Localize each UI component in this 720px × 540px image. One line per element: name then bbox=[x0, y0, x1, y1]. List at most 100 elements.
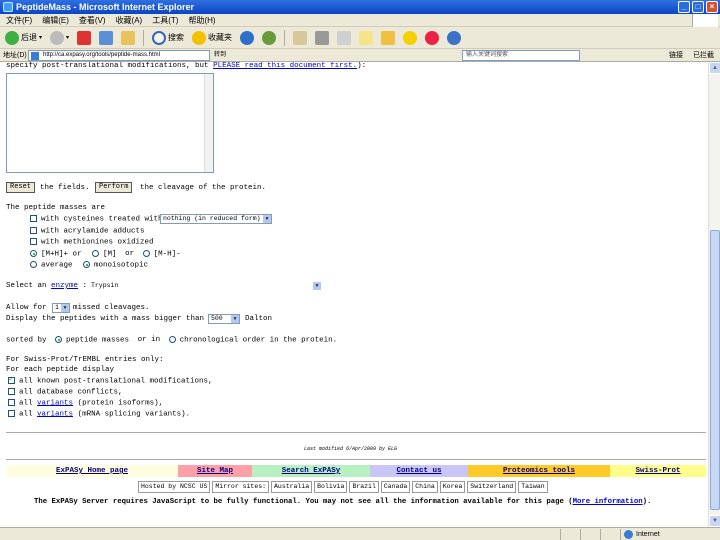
sort-chronological-radio[interactable] bbox=[168, 336, 176, 343]
chevron-down-icon: ▼ bbox=[263, 215, 271, 223]
edit-button[interactable] bbox=[335, 29, 353, 47]
mass-threshold-select[interactable]: 500 ▼ bbox=[208, 314, 240, 324]
address-input[interactable]: http://ca.expasy.org/tools/peptide-mass.… bbox=[28, 50, 210, 61]
globe-icon bbox=[447, 30, 462, 45]
print-button[interactable] bbox=[313, 29, 331, 47]
status-bar: Internet bbox=[0, 527, 720, 540]
sort-options: sorted by peptide masses or in chronolog… bbox=[6, 336, 338, 345]
qq-button[interactable] bbox=[423, 29, 441, 47]
discuss-button[interactable] bbox=[357, 29, 375, 47]
links-button[interactable]: 链接 bbox=[669, 49, 683, 62]
menu-edit[interactable]: 编辑(E) bbox=[42, 14, 69, 26]
mirror-bolivia[interactable]: Bolivia bbox=[314, 481, 348, 493]
messenger-button[interactable] bbox=[401, 29, 419, 47]
maximize-button[interactable]: □ bbox=[692, 1, 704, 13]
enzyme-link[interactable]: enzyme bbox=[51, 282, 78, 290]
toolbar-search-input[interactable]: 输入关键词搜索 bbox=[462, 50, 580, 61]
chevron-down-icon[interactable]: ▾ bbox=[39, 34, 42, 41]
mh-radio[interactable] bbox=[30, 250, 37, 257]
toolbar: 后退 ▾ ▾ 搜索 收藏夹 bbox=[0, 27, 720, 49]
menu-view[interactable]: 查看(V) bbox=[79, 14, 106, 26]
status-pane bbox=[600, 529, 620, 540]
forward-button[interactable]: ▾ bbox=[48, 29, 71, 47]
mail-button[interactable] bbox=[291, 29, 309, 47]
reset-button[interactable]: Reset bbox=[6, 182, 36, 193]
mirror-label: Mirror sites: bbox=[212, 481, 270, 493]
scroll-up-arrow[interactable]: ▲ bbox=[709, 62, 720, 74]
extra-button[interactable] bbox=[445, 29, 463, 47]
missed-cleavages-select[interactable]: 1 ▼ bbox=[52, 303, 70, 313]
nav-home[interactable]: ExPASy Home page bbox=[6, 465, 178, 477]
page-icon bbox=[31, 52, 39, 60]
missed-cleavages-row: Allow for bbox=[6, 304, 47, 312]
variants-checkbox[interactable] bbox=[8, 399, 15, 406]
instructions-line: specify post-translational modifications… bbox=[6, 62, 367, 70]
menu-favorites[interactable]: 收藏(A) bbox=[116, 14, 143, 26]
globe-icon bbox=[624, 530, 633, 539]
last-modified: Last modified 6/Apr/2009 by ELG bbox=[304, 446, 398, 452]
cysteine-select[interactable]: nothing (in reduced form) ▼ bbox=[160, 214, 272, 224]
monoisotopic-radio[interactable] bbox=[83, 261, 91, 268]
search-button[interactable]: 搜索 bbox=[150, 29, 186, 47]
splice-option: all variants (mRNA splicing variants). bbox=[8, 410, 190, 418]
media-icon bbox=[240, 30, 255, 45]
enzyme-select[interactable]: Trypsin ▼ bbox=[88, 281, 322, 291]
stop-button[interactable] bbox=[75, 29, 93, 47]
printer-icon bbox=[315, 30, 330, 45]
close-button[interactable]: × bbox=[706, 1, 718, 13]
page-scrollbar[interactable]: ▲ ▼ bbox=[708, 62, 720, 527]
menu-file[interactable]: 文件(F) bbox=[6, 14, 32, 26]
conflicts-checkbox[interactable] bbox=[8, 388, 15, 395]
acrylamide-checkbox[interactable] bbox=[30, 227, 37, 234]
mirror-canada[interactable]: Canada bbox=[380, 481, 411, 493]
menu-help[interactable]: 帮助(H) bbox=[188, 14, 215, 26]
title-bar: PeptideMass - Microsoft Internet Explore… bbox=[0, 0, 720, 14]
m-radio[interactable] bbox=[92, 250, 100, 257]
divider bbox=[6, 432, 706, 433]
mirror-china[interactable]: China bbox=[412, 481, 438, 493]
favorites-button[interactable]: 收藏夹 bbox=[190, 29, 234, 47]
perform-button[interactable]: Perform bbox=[95, 182, 133, 193]
nav-proteomics[interactable]: Proteomics tools bbox=[468, 465, 610, 477]
back-button[interactable]: 后退 ▾ bbox=[3, 29, 44, 47]
methionine-checkbox[interactable] bbox=[30, 238, 37, 245]
scroll-thumb[interactable] bbox=[710, 230, 720, 510]
average-radio[interactable] bbox=[30, 261, 37, 268]
splice-checkbox[interactable] bbox=[8, 410, 15, 417]
mirror-korea[interactable]: Korea bbox=[439, 481, 466, 493]
ptm-option: all known post-translational modificatio… bbox=[8, 375, 213, 385]
nav-swissprot[interactable]: Swiss-Prot bbox=[610, 465, 706, 477]
go-button[interactable]: 转到 bbox=[212, 50, 228, 61]
variants-link[interactable]: variants bbox=[37, 399, 73, 407]
media-button[interactable] bbox=[238, 29, 256, 47]
mh-neg-radio[interactable] bbox=[142, 250, 150, 257]
more-information-link[interactable]: More information bbox=[573, 498, 643, 506]
chevron-down-icon[interactable]: ▾ bbox=[66, 34, 69, 41]
home-button[interactable] bbox=[119, 29, 137, 47]
mirror-taiwan[interactable]: Taiwan bbox=[518, 481, 548, 493]
menu-bar: 文件(F) 编辑(E) 查看(V) 收藏(A) 工具(T) 帮助(H) bbox=[0, 14, 720, 27]
minimize-button[interactable]: _ bbox=[678, 1, 690, 13]
splice-variants-link[interactable]: variants bbox=[37, 410, 73, 418]
read-document-link[interactable]: PLEASE read this document first. bbox=[213, 62, 357, 70]
nav-search[interactable]: Search ExPASy bbox=[252, 465, 370, 477]
popup-blocker-label[interactable]: 已拦截 bbox=[693, 49, 714, 62]
sort-mass-radio[interactable] bbox=[55, 336, 63, 343]
textarea-scrollbar[interactable] bbox=[204, 74, 213, 172]
folder-button[interactable] bbox=[379, 29, 397, 47]
nav-contact[interactable]: Contact us bbox=[370, 465, 468, 477]
cysteine-checkbox[interactable] bbox=[30, 215, 37, 222]
note-icon bbox=[359, 30, 374, 45]
history-button[interactable] bbox=[260, 29, 278, 47]
sequence-textarea[interactable] bbox=[6, 73, 214, 173]
mirror-australia[interactable]: Australia bbox=[271, 481, 313, 493]
mass-unit: Dalton bbox=[245, 315, 273, 323]
mirror-switzerland[interactable]: Switzerland bbox=[467, 481, 517, 493]
ptm-checkbox[interactable] bbox=[8, 375, 15, 384]
menu-tools[interactable]: 工具(T) bbox=[152, 14, 178, 26]
nav-sitemap[interactable]: Site Map bbox=[178, 465, 252, 477]
mirror-brazil[interactable]: Brazil bbox=[349, 481, 379, 493]
footer-nav: ExPASy Home page Site Map Search ExPASy … bbox=[6, 465, 706, 477]
scroll-down-arrow[interactable]: ▼ bbox=[709, 515, 720, 527]
refresh-button[interactable] bbox=[97, 29, 115, 47]
